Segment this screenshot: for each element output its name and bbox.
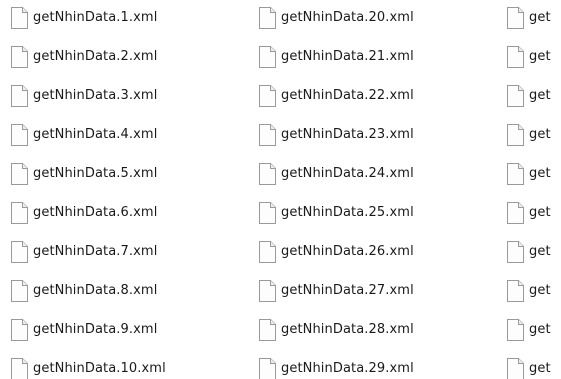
file-name: get [529, 166, 551, 181]
file-item[interactable]: get [507, 7, 551, 46]
file-name: getNhinData.27.xml [281, 283, 414, 298]
file-item[interactable]: get [507, 319, 551, 358]
document-icon [507, 163, 524, 185]
document-icon [259, 7, 276, 29]
document-icon [11, 358, 28, 379]
file-item[interactable]: getNhinData.26.xml [259, 241, 414, 280]
file-item[interactable]: get [507, 163, 551, 202]
document-icon [507, 319, 524, 341]
file-column: getNhinData.20.xml getNhinData.21.xml ge… [259, 7, 414, 379]
document-icon [259, 124, 276, 146]
file-name: getNhinData.25.xml [281, 205, 414, 220]
document-icon [507, 7, 524, 29]
file-name: getNhinData.20.xml [281, 10, 414, 25]
document-icon [259, 163, 276, 185]
file-column: get get get get get get get get get get [507, 7, 551, 379]
document-icon [507, 202, 524, 224]
file-name: get [529, 322, 551, 337]
file-item[interactable]: getNhinData.27.xml [259, 280, 414, 319]
document-icon [11, 124, 28, 146]
file-item[interactable]: getNhinData.20.xml [259, 7, 414, 46]
document-icon [259, 358, 276, 379]
file-name: getNhinData.9.xml [33, 322, 158, 337]
document-icon [507, 241, 524, 263]
file-name: getNhinData.4.xml [33, 127, 158, 142]
file-name: get [529, 361, 551, 376]
file-list-view: getNhinData.1.xml getNhinData.2.xml getN… [0, 0, 561, 379]
file-item[interactable]: getNhinData.28.xml [259, 319, 414, 358]
file-name: getNhinData.29.xml [281, 361, 414, 376]
file-name: get [529, 127, 551, 142]
file-item[interactable]: getNhinData.10.xml [11, 358, 166, 379]
file-item[interactable]: get [507, 280, 551, 319]
file-name: getNhinData.5.xml [33, 166, 158, 181]
document-icon [11, 7, 28, 29]
document-icon [259, 85, 276, 107]
file-item[interactable]: getNhinData.3.xml [11, 85, 166, 124]
file-name: getNhinData.2.xml [33, 49, 158, 64]
file-item[interactable]: getNhinData.21.xml [259, 46, 414, 85]
document-icon [11, 85, 28, 107]
file-item[interactable]: getNhinData.9.xml [11, 319, 166, 358]
file-item[interactable]: getNhinData.25.xml [259, 202, 414, 241]
document-icon [507, 46, 524, 68]
file-name: getNhinData.24.xml [281, 166, 414, 181]
file-column: getNhinData.1.xml getNhinData.2.xml getN… [11, 7, 166, 379]
file-name: getNhinData.7.xml [33, 244, 158, 259]
document-icon [259, 46, 276, 68]
file-item[interactable]: get [507, 85, 551, 124]
document-icon [507, 358, 524, 379]
file-name: get [529, 205, 551, 220]
document-icon [259, 241, 276, 263]
document-icon [259, 202, 276, 224]
file-item[interactable]: getNhinData.7.xml [11, 241, 166, 280]
document-icon [11, 241, 28, 263]
file-item[interactable]: getNhinData.2.xml [11, 46, 166, 85]
file-item[interactable]: getNhinData.29.xml [259, 358, 414, 379]
file-item[interactable]: getNhinData.22.xml [259, 85, 414, 124]
document-icon [507, 280, 524, 302]
document-icon [259, 319, 276, 341]
file-name: getNhinData.28.xml [281, 322, 414, 337]
file-item[interactable]: getNhinData.1.xml [11, 7, 166, 46]
file-name: getNhinData.6.xml [33, 205, 158, 220]
file-name: get [529, 88, 551, 103]
file-item[interactable]: getNhinData.6.xml [11, 202, 166, 241]
file-item[interactable]: getNhinData.5.xml [11, 163, 166, 202]
file-name: getNhinData.22.xml [281, 88, 414, 103]
file-item[interactable]: getNhinData.24.xml [259, 163, 414, 202]
document-icon [259, 280, 276, 302]
file-name: getNhinData.23.xml [281, 127, 414, 142]
document-icon [11, 163, 28, 185]
file-item[interactable]: get [507, 46, 551, 85]
file-item[interactable]: get [507, 241, 551, 280]
file-item[interactable]: get [507, 202, 551, 241]
file-item[interactable]: getNhinData.8.xml [11, 280, 166, 319]
document-icon [507, 124, 524, 146]
file-name: get [529, 244, 551, 259]
document-icon [11, 319, 28, 341]
document-icon [507, 85, 524, 107]
document-icon [11, 46, 28, 68]
file-name: getNhinData.8.xml [33, 283, 158, 298]
file-item[interactable]: getNhinData.4.xml [11, 124, 166, 163]
file-name: get [529, 10, 551, 25]
file-name: get [529, 283, 551, 298]
document-icon [11, 280, 28, 302]
file-name: getNhinData.3.xml [33, 88, 158, 103]
file-item[interactable]: getNhinData.23.xml [259, 124, 414, 163]
file-name: getNhinData.21.xml [281, 49, 414, 64]
document-icon [11, 202, 28, 224]
file-name: getNhinData.10.xml [33, 361, 166, 376]
file-item[interactable]: get [507, 124, 551, 163]
file-name: getNhinData.26.xml [281, 244, 414, 259]
file-name: get [529, 49, 551, 64]
file-item[interactable]: get [507, 358, 551, 379]
file-name: getNhinData.1.xml [33, 10, 158, 25]
